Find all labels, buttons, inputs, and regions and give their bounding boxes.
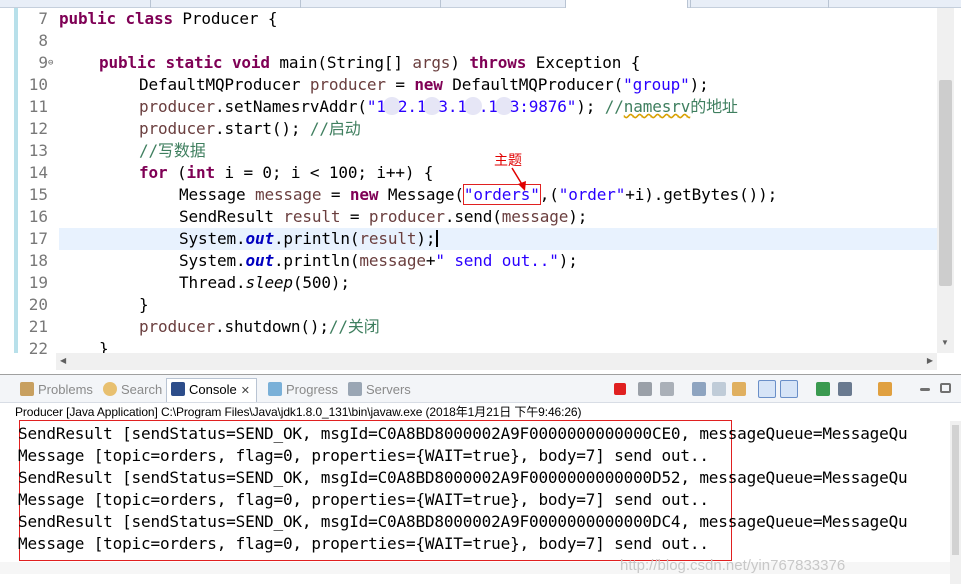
line-number: 14 <box>28 163 48 182</box>
output-line: Message [topic=orders, flag=0, propertie… <box>18 534 709 553</box>
code-line-17: System.out.println(result); <box>179 228 439 250</box>
code-line-12: producer.start(); //启动 <box>139 119 361 138</box>
line-number: 21 <box>28 317 48 336</box>
code-line-20: } <box>139 295 149 314</box>
code-line-15: Message message = new Message("orders",(… <box>179 184 778 205</box>
line-number: 12 <box>28 119 48 138</box>
watermark: http://blog.csdn.net/yin767833376 <box>620 557 846 574</box>
line-number: 8 <box>38 31 48 50</box>
code-line-10: DefaultMQProducer producer = new Default… <box>139 75 709 94</box>
editor-horizontal-scrollbar[interactable]: ◀ ▶ <box>56 353 937 370</box>
line-number: 17 <box>28 229 48 248</box>
code-line-19: Thread.sleep(500); <box>179 273 350 292</box>
code-line-13: //写数据 <box>139 141 206 160</box>
tab-search[interactable]: Search <box>103 380 162 400</box>
output-line: Message [topic=orders, flag=0, propertie… <box>18 490 709 509</box>
annotation-arrow-icon <box>511 167 526 191</box>
code-line-9: public static void main(String[] args) t… <box>99 53 641 72</box>
console-view: Problems Search Console ✕ Progress Server… <box>0 374 961 584</box>
editor-tab-active[interactable] <box>565 0 688 8</box>
editor-vertical-scrollbar[interactable]: ▼ <box>937 8 954 353</box>
remove-launch-icon[interactable] <box>638 382 652 396</box>
editor-tab[interactable] <box>828 0 829 8</box>
display-selected-console-icon[interactable] <box>838 382 852 396</box>
line-number: 7 <box>38 9 48 28</box>
minimize-icon[interactable] <box>920 388 930 391</box>
open-console-icon[interactable] <box>878 382 892 396</box>
tab-console[interactable]: Console ✕ <box>166 378 257 402</box>
console-vertical-scrollbar[interactable] <box>950 421 961 584</box>
editor-tab-strip <box>0 0 961 8</box>
overview-ruler <box>0 8 14 353</box>
output-line: SendResult [sendStatus=SEND_OK, msgId=C0… <box>18 512 908 531</box>
scroll-down-icon[interactable]: ▼ <box>941 338 949 347</box>
progress-icon <box>268 382 282 396</box>
maximize-icon[interactable] <box>940 383 951 393</box>
code-line-14: for (int i = 0; i < 100; i++) { <box>139 163 434 182</box>
tab-servers[interactable]: Servers <box>348 380 411 400</box>
code-line-22: } <box>99 339 109 353</box>
scroll-left-icon[interactable]: ◀ <box>60 356 66 365</box>
pin-console-icon[interactable] <box>816 382 830 396</box>
editor-tab[interactable] <box>690 0 691 8</box>
line-number: 11 <box>28 97 48 116</box>
scrollbar-thumb[interactable] <box>952 425 959 555</box>
output-line: SendResult [sendStatus=SEND_OK, msgId=C0… <box>18 468 908 487</box>
line-number: 10 <box>28 75 48 94</box>
tab-problems[interactable]: Problems <box>20 380 93 400</box>
text-caret <box>436 230 439 247</box>
show-on-stderr-icon[interactable] <box>780 380 798 398</box>
code-line-11: producer.setNamesrvAddr("1 2.1 3.1.1 3:9876… <box>139 97 738 116</box>
console-icon <box>171 382 185 396</box>
line-number: 9 <box>38 53 48 72</box>
editor-tab[interactable] <box>300 0 301 8</box>
search-icon <box>103 382 117 396</box>
problems-icon <box>20 382 34 396</box>
code-line-7: public class Producer { <box>59 9 278 28</box>
word-wrap-icon[interactable] <box>732 382 746 396</box>
servers-icon <box>348 382 362 396</box>
line-number: 22 <box>28 339 48 358</box>
fold-collapse-icon[interactable]: ⊖ <box>48 58 53 68</box>
line-numbers: 7 8 9 ⊖ 10 11 12 13 14 15 16 17 18 19 20… <box>18 8 56 358</box>
scrollbar-thumb[interactable] <box>939 80 952 286</box>
view-tab-bar: Problems Search Console ✕ Progress Server… <box>0 375 961 403</box>
line-number: 18 <box>28 251 48 270</box>
line-number: 15 <box>28 185 48 204</box>
close-icon[interactable]: ✕ <box>241 385 250 397</box>
line-number: 19 <box>28 273 48 292</box>
code-area[interactable]: public class Producer { public static vo… <box>59 8 937 353</box>
output-line: SendResult [sendStatus=SEND_OK, msgId=C0… <box>18 424 908 443</box>
process-title: Producer [Java Application] C:\Program F… <box>15 405 582 419</box>
terminate-icon[interactable] <box>614 383 626 395</box>
java-editor[interactable]: 7 8 9 ⊖ 10 11 12 13 14 15 16 17 18 19 20… <box>0 8 961 372</box>
code-line-18: System.out.println(message+" send out.."… <box>179 251 578 270</box>
editor-tab[interactable] <box>440 0 441 8</box>
editor-tab[interactable] <box>150 0 151 8</box>
code-line-16: SendResult result = producer.send(messag… <box>179 207 588 226</box>
line-number: 13 <box>28 141 48 160</box>
code-line-21: producer.shutdown();//关闭 <box>139 317 380 336</box>
scroll-right-icon[interactable]: ▶ <box>927 356 933 365</box>
show-on-stdout-icon[interactable] <box>758 380 776 398</box>
clear-console-icon[interactable] <box>692 382 706 396</box>
line-number: 20 <box>28 295 48 314</box>
remove-all-terminated-icon[interactable] <box>660 382 674 396</box>
scroll-lock-icon[interactable] <box>712 382 726 396</box>
tab-progress[interactable]: Progress <box>268 380 338 400</box>
output-line: Message [topic=orders, flag=0, propertie… <box>18 446 709 465</box>
line-number: 16 <box>28 207 48 226</box>
console-output[interactable]: SendResult [sendStatus=SEND_OK, msgId=C0… <box>18 423 950 557</box>
